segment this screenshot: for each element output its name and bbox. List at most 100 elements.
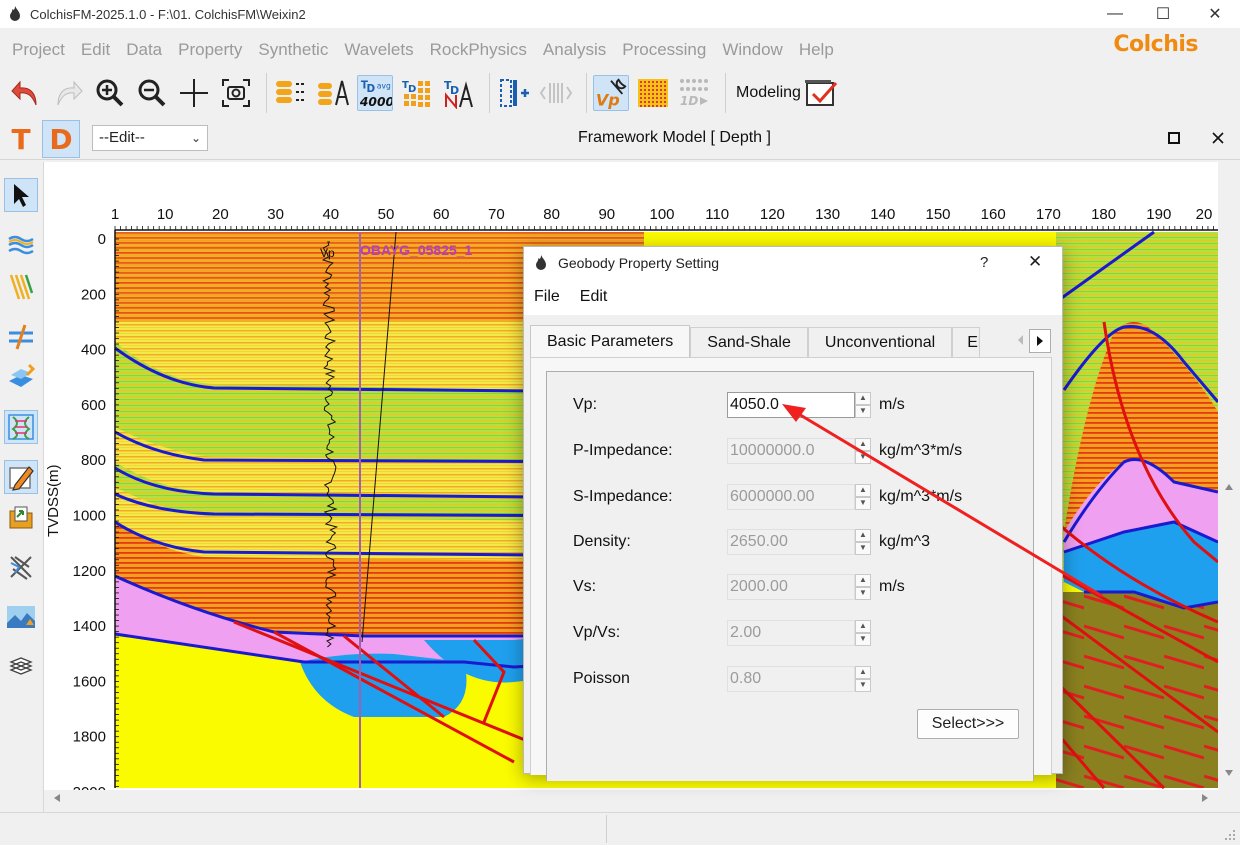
menu-processing[interactable]: Processing: [614, 40, 714, 60]
scroll-right-icon[interactable]: [1200, 793, 1210, 803]
maximize-button[interactable]: ☐: [1140, 0, 1186, 28]
spin-down-icon[interactable]: ▼: [855, 405, 871, 418]
undo-button[interactable]: [8, 75, 44, 111]
time-domain-button[interactable]: T: [2, 120, 40, 158]
spin-down-icon[interactable]: ▼: [855, 587, 871, 600]
vp-vs-spinner[interactable]: ▲ ▼: [855, 620, 871, 646]
p-impedance-spinner[interactable]: ▲ ▼: [855, 438, 871, 464]
density-spinner[interactable]: ▲ ▼: [855, 529, 871, 555]
select-button[interactable]: Select>>>: [917, 709, 1019, 739]
horizontal-scrollbar[interactable]: [44, 790, 1218, 808]
menu-edit[interactable]: Edit: [73, 40, 118, 60]
spin-up-icon[interactable]: ▲: [855, 620, 871, 633]
view-maximize-icon[interactable]: [1168, 132, 1180, 144]
1d-model-button[interactable]: 1D: [677, 75, 713, 111]
zoom-in-button[interactable]: [92, 75, 128, 111]
dialog-menu-edit[interactable]: Edit: [580, 288, 608, 306]
scroll-down-icon[interactable]: [1224, 768, 1234, 778]
pan-button[interactable]: [176, 75, 212, 111]
dialog-help-button[interactable]: ?: [980, 254, 988, 271]
edit-tool[interactable]: [4, 460, 38, 494]
property-grid-button[interactable]: [635, 75, 671, 111]
tab-scroll-left-icon[interactable]: [1015, 333, 1025, 347]
menu-analysis[interactable]: Analysis: [535, 40, 614, 60]
view-close-icon[interactable]: [1212, 132, 1224, 144]
menu-property[interactable]: Property: [170, 40, 250, 60]
menu-project[interactable]: Project: [4, 40, 73, 60]
edit-combo[interactable]: --Edit-- ⌄: [92, 125, 208, 151]
dialog-menu-file[interactable]: File: [534, 288, 560, 306]
vp-input[interactable]: 4050.0: [727, 392, 855, 418]
vp-spinner[interactable]: ▲ ▼: [855, 392, 871, 418]
spin-up-icon[interactable]: ▲: [855, 574, 871, 587]
export-tool[interactable]: [4, 500, 38, 534]
fault-tool[interactable]: [4, 270, 38, 304]
spin-down-icon[interactable]: ▼: [855, 542, 871, 555]
flame-logo-icon: [536, 255, 546, 270]
vs-spinner[interactable]: ▲ ▼: [855, 574, 871, 600]
zoom-out-button[interactable]: [134, 75, 170, 111]
fault-network-tool[interactable]: [4, 550, 38, 584]
split-button[interactable]: [538, 75, 574, 111]
toolbar-separator: [489, 73, 490, 113]
vs-input[interactable]: 2000.00: [727, 574, 855, 600]
status-bar: [0, 812, 1240, 845]
scroll-up-icon[interactable]: [1224, 482, 1234, 492]
spin-down-icon[interactable]: ▼: [855, 633, 871, 646]
poisson-spinner[interactable]: ▲ ▼: [855, 666, 871, 692]
well-tie-tool[interactable]: [4, 320, 38, 354]
spin-up-icon[interactable]: ▲: [855, 484, 871, 497]
td-average-button[interactable]: T Davg 4000: [357, 75, 393, 111]
svg-text:D: D: [408, 84, 416, 95]
vp-tool-button[interactable]: Vp: [593, 75, 629, 111]
property-tool[interactable]: [4, 410, 38, 444]
tab-scroll-right-button[interactable]: [1029, 329, 1051, 353]
well-data-button[interactable]: [315, 75, 351, 111]
density-input[interactable]: 2650.00: [727, 529, 855, 555]
horizon-list-button[interactable]: [273, 75, 309, 111]
menu-window[interactable]: Window: [714, 40, 790, 60]
resize-grip-icon[interactable]: [1224, 829, 1236, 841]
close-button[interactable]: ✕: [1192, 0, 1238, 28]
s-impedance-input[interactable]: 6000000.00: [727, 484, 855, 510]
window-title: ColchisFM-2025.1.0 - F:\01. ColchisFM\We…: [30, 6, 306, 22]
vp-vs-input[interactable]: 2.00: [727, 620, 855, 646]
x-tick-label: 40: [322, 206, 339, 223]
dialog-close-button[interactable]: ✕: [1028, 252, 1042, 272]
p-impedance-input[interactable]: 10000000.0: [727, 438, 855, 464]
tab-basic-parameters[interactable]: Basic Parameters: [530, 325, 691, 357]
vertical-scrollbar[interactable]: [1218, 162, 1240, 792]
spin-up-icon[interactable]: ▲: [855, 529, 871, 542]
menu-synthetic[interactable]: Synthetic: [250, 40, 336, 60]
image-tool[interactable]: [4, 600, 38, 634]
s-impedance-spinner[interactable]: ▲ ▼: [855, 484, 871, 510]
screenshot-button[interactable]: [218, 75, 254, 111]
tab-elastic[interactable]: Ela: [952, 327, 981, 357]
spin-up-icon[interactable]: ▲: [855, 392, 871, 405]
modeling-button[interactable]: Modeling: [736, 77, 839, 109]
spin-down-icon[interactable]: ▼: [855, 497, 871, 510]
tab-unconventional[interactable]: Unconventional: [807, 327, 953, 357]
layers-tool[interactable]: [4, 650, 38, 684]
spin-up-icon[interactable]: ▲: [855, 438, 871, 451]
y-tick-label: 0: [98, 231, 106, 248]
scroll-left-icon[interactable]: [52, 793, 62, 803]
depth-domain-button[interactable]: D: [42, 120, 80, 158]
poisson-input[interactable]: 0.80: [727, 666, 855, 692]
redo-button[interactable]: [50, 75, 86, 111]
minimize-button[interactable]: —: [1092, 0, 1138, 28]
menu-help[interactable]: Help: [791, 40, 842, 60]
menu-rockphysics[interactable]: RockPhysics: [422, 40, 535, 60]
td-grid-button[interactable]: TD: [399, 75, 435, 111]
spin-down-icon[interactable]: ▼: [855, 679, 871, 692]
menu-wavelets[interactable]: Wavelets: [336, 40, 421, 60]
horizon-tool[interactable]: [4, 228, 38, 262]
spin-down-icon[interactable]: ▼: [855, 451, 871, 464]
menu-data[interactable]: Data: [118, 40, 170, 60]
insert-column-button[interactable]: [496, 75, 532, 111]
select-tool[interactable]: [4, 178, 38, 212]
tab-sand-shale[interactable]: Sand-Shale: [690, 327, 808, 357]
surface-tool[interactable]: [4, 360, 38, 394]
spin-up-icon[interactable]: ▲: [855, 666, 871, 679]
td-well-button[interactable]: TD: [441, 75, 477, 111]
